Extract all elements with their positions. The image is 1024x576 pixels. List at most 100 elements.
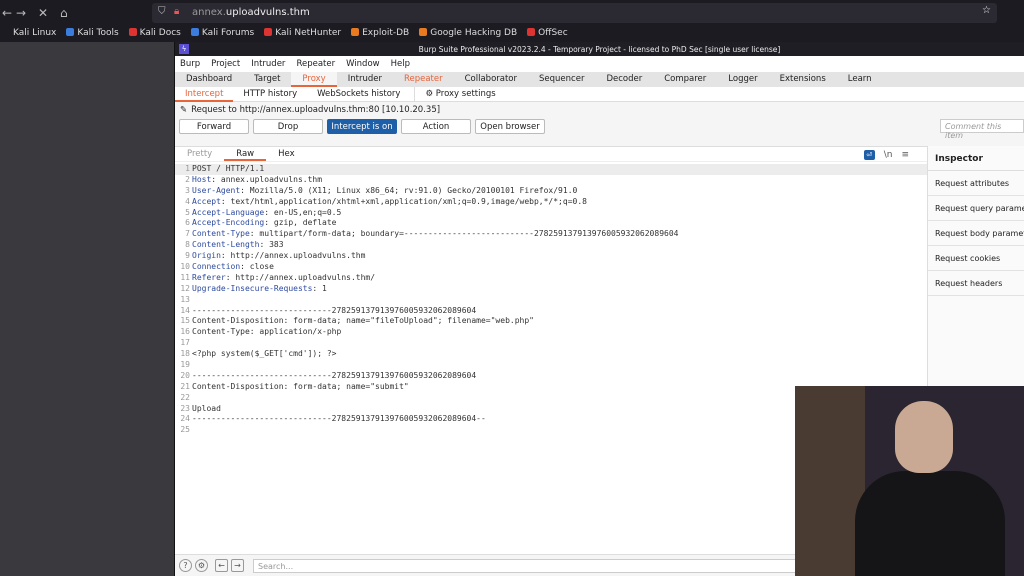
subtab-http-history[interactable]: HTTP history (233, 87, 307, 102)
bookmark-item[interactable]: Kali Tools (66, 28, 119, 42)
bookmark-favicon-icon (264, 28, 273, 36)
previous-icon[interactable]: ← (215, 559, 228, 572)
tab-hex[interactable]: Hex (266, 147, 307, 161)
next-icon[interactable]: → (231, 559, 244, 572)
subtab-label: Proxy settings (435, 89, 496, 99)
bookmark-item[interactable]: Google Hacking DB (419, 28, 517, 42)
header-name: Accept-Language (192, 207, 265, 217)
code-line: 12 Upgrade-Insecure-Requests: 1 (175, 284, 927, 295)
intercept-toggle-button[interactable]: Intercept is on (327, 119, 397, 134)
gear-icon[interactable]: ⚙ (195, 559, 208, 572)
tab-sequencer[interactable]: Sequencer (528, 72, 595, 87)
proxy-subtabs: Intercept HTTP history WebSockets history ⚙… (175, 87, 1024, 102)
url-bar[interactable]: ⛉ 🔒︎ annex.uploadvulns.thm ☆ (152, 3, 997, 23)
line-number: 4 (185, 196, 190, 206)
search-input[interactable]: Search... (253, 559, 803, 573)
line-number: 18 (180, 349, 190, 359)
tab-pretty[interactable]: Pretty (175, 147, 224, 161)
inspector-title: Inspector (928, 146, 1024, 171)
code-line: 5 Accept-Language: en-US,en;q=0.5 (175, 208, 927, 219)
menu-item-window[interactable]: Window (346, 59, 380, 72)
line-text: : close (240, 262, 274, 272)
drop-button[interactable]: Drop (253, 119, 323, 134)
code-line: 15 Content-Disposition: form-data; name="… (175, 316, 927, 327)
line-number: 25 (180, 425, 190, 435)
tab-learn[interactable]: Learn (837, 72, 883, 87)
wrap-lines-icon[interactable]: ⏎ (863, 150, 875, 160)
tab-repeater[interactable]: Repeater (393, 72, 454, 87)
comment-input[interactable]: Comment this item (940, 119, 1024, 140)
code-line: 9 Origin: http://annex.uploadvulns.thm (175, 251, 927, 262)
menu-item-burp[interactable]: Burp (180, 59, 200, 72)
show-newlines-icon[interactable]: \n (884, 150, 893, 160)
inspector-section[interactable]: Request headers (928, 271, 1024, 296)
home-icon[interactable]: ⌂ (60, 6, 68, 20)
open-browser-button[interactable]: Open browser (475, 119, 545, 134)
header-name: Referer (192, 272, 226, 282)
line-number: 15 (180, 316, 190, 326)
tab-extensions[interactable]: Extensions (769, 72, 837, 87)
bookmark-item[interactable]: Exploit-DB (351, 28, 409, 42)
line-number: 5 (185, 207, 190, 217)
request-target-label: Request to http://annex.uploadvulns.thm:… (191, 105, 441, 115)
pencil-icon[interactable]: ✎ (180, 105, 187, 115)
tab-collaborator[interactable]: Collaborator (454, 72, 528, 87)
tab-raw[interactable]: Raw (224, 147, 267, 161)
header-name: Accept-Encoding (192, 218, 265, 228)
window-title: Burp Suite Professional v2023.2.4 - Temp… (418, 45, 781, 54)
tab-target[interactable]: Target (243, 72, 291, 87)
forward-button[interactable]: Forward (179, 119, 249, 134)
menu-item-help[interactable]: Help (391, 59, 410, 72)
forward-icon[interactable]: → (16, 6, 26, 20)
burp-logo-icon: ϟ (179, 44, 189, 54)
bookmark-item[interactable]: Kali Linux (2, 28, 56, 42)
line-number: 8 (185, 240, 190, 250)
url-subdomain: annex. (192, 7, 226, 18)
back-icon[interactable]: ← (2, 6, 12, 20)
inspector-section[interactable]: Request query parameters (928, 196, 1024, 221)
bookmark-label: Kali Forums (201, 28, 255, 38)
subtab-websockets-history[interactable]: WebSockets history (307, 87, 410, 102)
line-text: -----------------------------27825913791… (192, 370, 477, 380)
code-line: 19 (175, 360, 927, 371)
line-text: Content-Type: application/x-php (192, 327, 342, 337)
help-icon[interactable]: ? (179, 559, 192, 572)
line-number: 16 (180, 327, 190, 337)
bookmark-star-icon[interactable]: ☆ (982, 5, 991, 16)
code-line: 13 (175, 295, 927, 306)
tab-logger[interactable]: Logger (717, 72, 768, 87)
action-button[interactable]: Action (401, 119, 471, 134)
bookmark-item[interactable]: Kali NetHunter (264, 28, 341, 42)
inspector-section[interactable]: Request body parameters (928, 221, 1024, 246)
bookmark-item[interactable]: Kali Docs (128, 28, 181, 42)
tab-comparer[interactable]: Comparer (653, 72, 717, 87)
line-number: 1 (185, 164, 190, 173)
line-text: Content-Disposition: form-data; name="fi… (192, 316, 534, 326)
code-line: 2 Host: annex.uploadvulns.thm (175, 175, 927, 186)
bookmark-item[interactable]: OffSec (527, 28, 568, 42)
bookmarks-bar: Kali Linux Kali Tools Kali Docs Kali Forums… (0, 26, 1024, 42)
menu-icon[interactable]: ≡ (901, 150, 909, 160)
bookmark-favicon-icon (2, 28, 10, 36)
tab-intruder[interactable]: Intruder (337, 72, 393, 87)
bookmark-label: Exploit-DB (362, 28, 410, 38)
header-name: Accept (192, 196, 221, 206)
bookmark-favicon-icon (351, 28, 360, 36)
subtab-proxy-settings[interactable]: ⚙ Proxy settings (414, 87, 505, 102)
stop-icon[interactable]: ✕ (38, 6, 48, 20)
tab-decoder[interactable]: Decoder (595, 72, 653, 87)
bookmark-item[interactable]: Kali Forums (190, 28, 255, 42)
inspector-section[interactable]: Request cookies (928, 246, 1024, 271)
header-name: Content-Type (192, 229, 250, 239)
menu-item-repeater[interactable]: Repeater (296, 59, 335, 72)
menu-item-project[interactable]: Project (211, 59, 240, 72)
subtab-intercept[interactable]: Intercept (175, 87, 234, 102)
inspector-section[interactable]: Request attributes (928, 171, 1024, 196)
tab-dashboard[interactable]: Dashboard (175, 72, 243, 87)
line-text: : 383 (259, 240, 284, 250)
subtab-label: Intercept (185, 89, 224, 99)
bookmark-favicon-icon (66, 28, 75, 36)
bookmark-label: Google Hacking DB (430, 28, 518, 38)
menu-item-intruder[interactable]: Intruder (251, 59, 285, 72)
tab-proxy[interactable]: Proxy (291, 72, 337, 87)
